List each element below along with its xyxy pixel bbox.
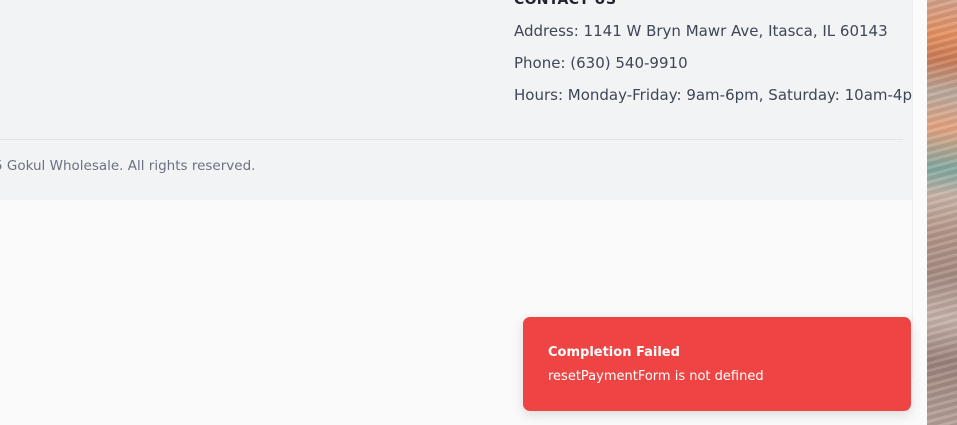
contact-heading: CONTACT US xyxy=(514,0,617,8)
site-footer: CONTACT US Address: 1141 W Bryn Mawr Ave… xyxy=(0,0,927,200)
error-toast[interactable]: Completion Failed resetPaymentForm is no… xyxy=(523,317,911,411)
contact-address: Address: 1141 W Bryn Mawr Ave, Itasca, I… xyxy=(514,22,888,40)
toast-message: resetPaymentForm is not defined xyxy=(548,369,764,384)
footer-divider xyxy=(0,139,903,140)
side-panel-edge xyxy=(912,0,928,378)
copyright-text: 5 Gokul Wholesale. All rights reserved. xyxy=(0,158,256,174)
contact-hours: Hours: Monday-Friday: 9am-6pm, Saturday:… xyxy=(514,86,927,104)
contact-phone: Phone: (630) 540-9910 xyxy=(514,54,688,72)
background-photo xyxy=(927,0,957,425)
toast-title: Completion Failed xyxy=(548,345,680,360)
